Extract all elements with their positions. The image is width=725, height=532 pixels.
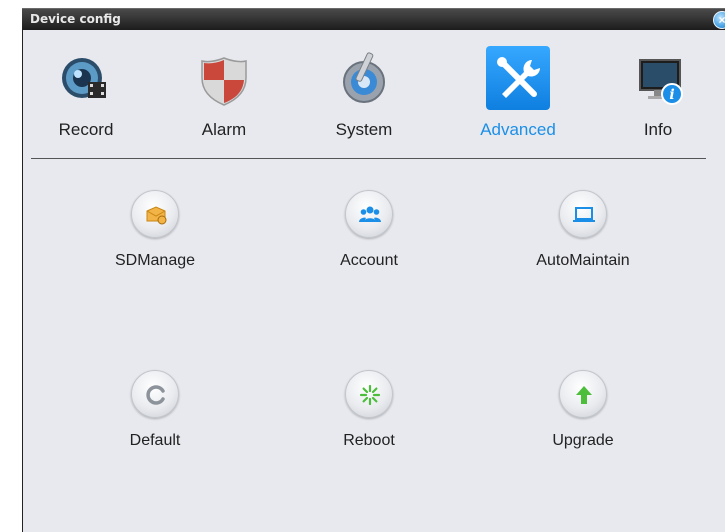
tab-label: Record — [58, 120, 114, 139]
arrow-up-icon — [559, 370, 607, 418]
item-label: SDManage — [114, 252, 196, 269]
default-button[interactable]: Default — [75, 370, 235, 470]
tab-divider — [31, 158, 706, 159]
tab-alarm[interactable]: Alarm — [169, 46, 279, 142]
tools-icon — [497, 57, 540, 98]
config-content: Record Alarm System Advanced i Info SDMa… — [22, 30, 725, 532]
spinner-icon — [345, 370, 393, 418]
info-monitor-icon: i — [639, 59, 683, 105]
system-gear-icon — [343, 52, 385, 103]
svg-text:i: i — [669, 87, 674, 103]
sd-card-icon — [131, 190, 179, 238]
sdmanage-button[interactable]: SDManage — [75, 190, 235, 290]
refresh-icon — [131, 370, 179, 418]
users-icon — [345, 190, 393, 238]
close-button[interactable]: × — [713, 11, 725, 29]
tab-record[interactable]: Record — [31, 46, 141, 142]
upgrade-button[interactable]: Upgrade — [503, 370, 663, 470]
alarm-shield-icon — [201, 57, 247, 106]
item-label: Reboot — [343, 432, 395, 449]
title-bar: Device config × — [22, 8, 725, 30]
account-button[interactable]: Account — [289, 190, 449, 290]
automaintain-button[interactable]: AutoMaintain — [503, 190, 663, 290]
device-config-window: Device config × Record Alarm System Adva… — [0, 0, 725, 532]
record-icon — [62, 58, 106, 98]
tab-info[interactable]: i Info — [603, 46, 713, 142]
window-title: Device config — [30, 12, 121, 26]
reboot-button[interactable]: Reboot — [289, 370, 449, 470]
tab-advanced[interactable]: Advanced — [463, 46, 573, 142]
tab-label: System — [335, 120, 393, 139]
tab-system[interactable]: System — [309, 46, 419, 142]
tab-label: Info — [643, 120, 673, 139]
laptop-icon — [559, 190, 607, 238]
item-label: Upgrade — [552, 432, 614, 449]
tab-label: Advanced — [480, 120, 556, 139]
item-label: Default — [129, 432, 181, 449]
item-label: AutoMaintain — [536, 252, 630, 269]
tab-label: Alarm — [201, 120, 247, 139]
left-frame — [0, 0, 22, 532]
item-label: Account — [340, 252, 398, 269]
